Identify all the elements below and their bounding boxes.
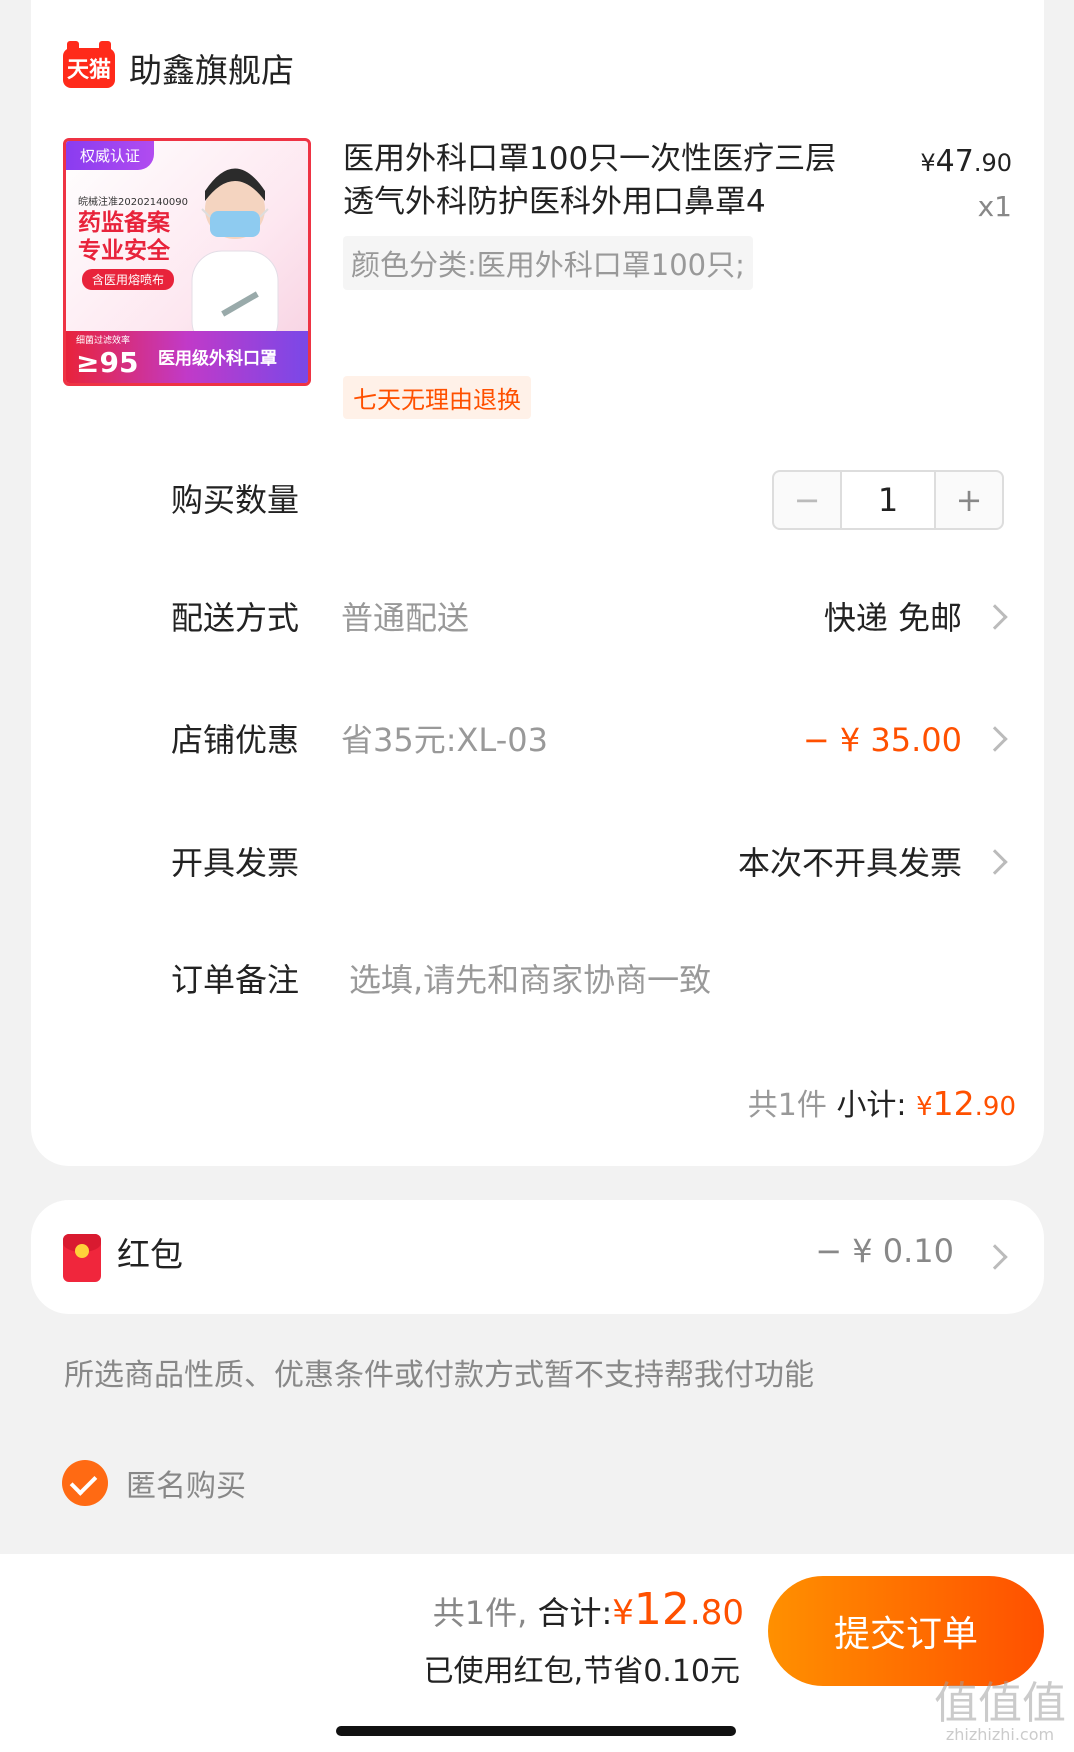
chevron-right-icon — [982, 1244, 1008, 1270]
order-note-input[interactable] — [341, 950, 961, 1010]
anonymous-purchase-label: 匿名购买 — [126, 1469, 246, 1504]
price-integer: 47 — [935, 144, 974, 179]
pay-for-me-notice: 所选商品性质、优惠条件或付款方式暂不支持帮我付功能 — [64, 1358, 814, 1393]
hongbao-label: 红包 — [117, 1235, 183, 1274]
subtotal-currency: ¥ — [916, 1092, 933, 1122]
product-image-headline-1: 药监备案 — [78, 210, 170, 236]
total-amount: ¥12.80 — [612, 1584, 744, 1635]
subtotal-count: 共1件 — [747, 1088, 827, 1123]
total-currency: ¥ — [612, 1593, 634, 1633]
subtotal-integer: 12 — [932, 1084, 975, 1123]
shop-header[interactable]: 天猫 助鑫旗舰店 — [63, 41, 294, 92]
decrease-button[interactable]: − — [774, 472, 840, 528]
subtotal-amount: ¥12.90 — [916, 1084, 1016, 1123]
delivery-value: 快递 免邮 — [823, 599, 962, 637]
subtotal-label: 小计: — [836, 1088, 907, 1123]
subtotal-decimal: .90 — [974, 1092, 1016, 1122]
hongbao-savings: 已使用红包,节省0.10元 — [423, 1654, 740, 1689]
product-title[interactable]: 医用外科口罩100只一次性医疗三层透气外科防护医科外用口鼻罩4 — [343, 138, 863, 224]
increase-button[interactable]: + — [936, 472, 1002, 528]
price-decimal: .90 — [973, 149, 1012, 177]
product-image[interactable]: 权威认证 皖械注准20202140090 药监备案 专业安全 含医用熔喷布 细菌… — [63, 138, 311, 386]
quantity-row: 购买数量 − 1 + — [31, 470, 1044, 530]
delivery-label: 配送方式 — [171, 599, 300, 637]
tmall-logo-text: 天猫 — [66, 58, 111, 83]
invoice-value: 本次不开具发票 — [737, 844, 962, 882]
delivery-row[interactable]: 配送方式 普通配送 快递 免邮 — [31, 588, 1044, 648]
shop-discount-label: 店铺优惠 — [171, 721, 300, 759]
product-image-headline-2: 专业安全 — [78, 238, 170, 264]
quantity-value[interactable]: 1 — [840, 472, 936, 528]
invoice-row[interactable]: 开具发票 本次不开具发票 — [31, 833, 1044, 893]
shop-order-card: 天猫 助鑫旗舰店 权威认证 皖械注准20202140090 药监备案 专业安全 … — [31, 0, 1044, 1166]
total-integer: 12 — [633, 1584, 690, 1635]
chevron-right-icon — [982, 604, 1008, 630]
return-policy-tag: 七天无理由退换 — [343, 376, 531, 419]
product-image-headline: 药监备案 专业安全 — [78, 209, 170, 265]
delivery-method: 普通配送 — [341, 599, 470, 637]
total-label: 合计: — [537, 1594, 613, 1632]
total-decimal: .80 — [689, 1593, 744, 1633]
total-count: 共1件, — [432, 1594, 528, 1632]
product-image-pill: 含医用熔喷布 — [82, 269, 175, 290]
nurse-figure-icon — [191, 168, 279, 351]
checkmark-circle-icon[interactable] — [62, 1460, 108, 1506]
product-image-banner-text: 医用级外科口罩 — [158, 349, 277, 369]
product-image-efficiency-value: ≥95 — [76, 346, 139, 379]
hongbao-row[interactable]: 红包 − ¥ 0.10 — [31, 1200, 1044, 1314]
shop-discount-coupon: 省35元:XL-03 — [341, 721, 548, 759]
product-price: ¥47.90 — [920, 144, 1012, 179]
order-note-row: 订单备注 — [31, 950, 1044, 1010]
submit-order-button[interactable]: 提交订单 — [768, 1576, 1044, 1686]
chevron-right-icon — [982, 849, 1008, 875]
watermark-text: 值值值 — [934, 1678, 1066, 1729]
watermark: 值值值 zhizhizhi.com — [934, 1682, 1066, 1744]
hongbao-value: − ¥ 0.10 — [815, 1232, 954, 1270]
product-quantity: x1 — [977, 190, 1012, 223]
home-indicator[interactable] — [336, 1726, 736, 1736]
product-image-badge: 权威认证 — [66, 141, 155, 170]
product-image-banner: 细菌过滤效率 ≥95 医用级外科口罩 — [66, 331, 308, 383]
chevron-right-icon — [982, 726, 1008, 752]
shop-subtotal: 共1件 小计: ¥12.90 — [748, 1080, 1016, 1124]
invoice-label: 开具发票 — [171, 844, 300, 882]
product-sku[interactable]: 颜色分类:医用外科口罩100只; — [343, 236, 753, 290]
order-note-label: 订单备注 — [171, 961, 300, 999]
shop-name[interactable]: 助鑫旗舰店 — [129, 44, 294, 92]
shop-discount-value: − ¥ 35.00 — [802, 721, 962, 759]
product-image-efficiency: 细菌过滤效率 ≥95 — [76, 333, 138, 379]
red-envelope-icon — [63, 1234, 101, 1282]
order-total: 共1件, 合计:¥12.80 — [433, 1584, 744, 1635]
checkout-bar: 共1件, 合计:¥12.80 已使用红包,节省0.10元 提交订单 值值值 zh… — [0, 1554, 1074, 1752]
watermark-url: zhizhizhi.com — [945, 1725, 1055, 1744]
quantity-label: 购买数量 — [171, 481, 300, 519]
product-image-efficiency-label: 细菌过滤效率 — [76, 336, 131, 346]
price-currency: ¥ — [920, 149, 936, 177]
shop-discount-row[interactable]: 店铺优惠 省35元:XL-03 − ¥ 35.00 — [31, 710, 1044, 770]
tmall-logo-icon: 天猫 — [63, 41, 115, 88]
anonymous-purchase-toggle[interactable]: 匿名购买 — [62, 1460, 246, 1506]
product-image-reg-no: 皖械注准20202140090 — [78, 197, 188, 208]
quantity-stepper: − 1 + — [772, 470, 1004, 530]
